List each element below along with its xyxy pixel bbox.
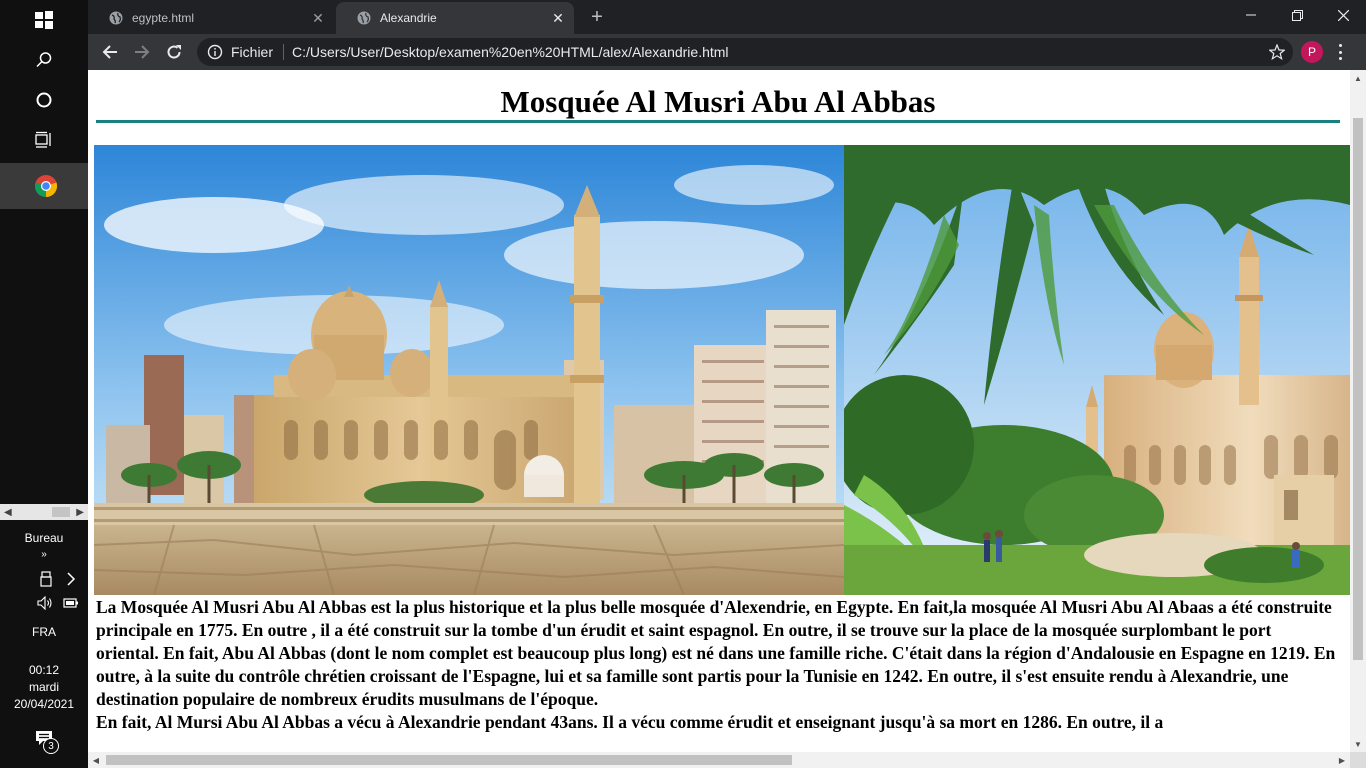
tab-alexandrie[interactable]: Alexandrie ✕ — [336, 2, 574, 34]
scroll-thumb[interactable] — [52, 507, 70, 517]
globe-icon — [109, 11, 123, 25]
back-button[interactable] — [97, 39, 123, 65]
taskbar-search-button[interactable] — [0, 40, 88, 80]
minimize-button[interactable] — [1228, 0, 1274, 30]
info-icon[interactable] — [207, 44, 223, 60]
menu-dot — [1338, 50, 1342, 54]
forward-button[interactable] — [129, 39, 155, 65]
cortana-button[interactable] — [0, 80, 88, 120]
horizontal-scroll-thumb[interactable] — [106, 755, 792, 765]
tab-title: Alexandrie — [380, 11, 437, 25]
windows-taskbar: ◀ ▶ Bureau » FRA 00:12 mardi 20/04/2021 … — [0, 0, 88, 768]
desktop-toolbar-label[interactable]: Bureau — [0, 531, 88, 545]
arrow-left-icon — [102, 45, 117, 59]
battery-icon[interactable] — [63, 598, 79, 608]
restore-button[interactable] — [1274, 0, 1320, 30]
page-title: Mosquée Al Musri Abu Al Abbas — [500, 84, 936, 119]
article-text: La Mosquée Al Musri Abu Al Abbas est la … — [96, 596, 1336, 734]
address-bar[interactable]: Fichier C:/Users/User/Desktop/examen%20e… — [197, 38, 1293, 66]
task-view-button[interactable] — [0, 120, 88, 160]
restore-icon — [1291, 9, 1303, 21]
close-icon — [1337, 9, 1349, 21]
clock-time[interactable]: 00:12 — [0, 663, 88, 677]
minimize-icon — [1246, 14, 1256, 16]
vertical-scrollbar[interactable]: ▲ ▼ — [1350, 70, 1366, 752]
vertical-scroll-thumb[interactable] — [1353, 118, 1363, 660]
system-tray — [0, 568, 88, 618]
search-icon — [36, 52, 52, 68]
close-tab-icon[interactable]: ✕ — [550, 10, 566, 26]
arrow-right-icon — [135, 45, 150, 59]
taskbar-chrome-button[interactable] — [0, 163, 88, 209]
chrome-window: egypte.html ✕ Alexandrie ✕ + Fichier C:/… — [88, 0, 1366, 768]
scheme-label: Fichier — [231, 44, 274, 60]
chrome-icon — [34, 175, 57, 198]
omnibox-separator — [283, 44, 285, 60]
windows-start-icon — [35, 11, 53, 29]
clock-date[interactable]: 20/04/2021 — [0, 697, 88, 711]
close-window-button[interactable] — [1320, 0, 1366, 30]
horizontal-scrollbar[interactable]: ◀ ▶ — [88, 752, 1350, 768]
start-button[interactable] — [0, 0, 88, 40]
new-tab-button[interactable]: + — [586, 6, 608, 28]
task-view-icon — [35, 131, 51, 148]
tab-egypte[interactable]: egypte.html ✕ — [88, 2, 334, 34]
scroll-right-icon[interactable]: ▶ — [1336, 752, 1348, 768]
profile-avatar[interactable]: P — [1301, 41, 1323, 63]
article-paragraph: En fait, Al Mursi Abu Al Abbas a vécu à … — [96, 712, 1164, 732]
cortana-icon — [36, 92, 52, 108]
mosque-front-photo — [94, 145, 844, 595]
bookmark-star-icon[interactable] — [1269, 44, 1285, 60]
notification-count-badge: 3 — [43, 738, 59, 754]
scroll-up-icon[interactable]: ▲ — [1350, 72, 1366, 84]
chrome-menu-button[interactable] — [1332, 42, 1348, 62]
tab-strip: egypte.html ✕ Alexandrie ✕ + — [88, 0, 1366, 34]
scrollbar-corner — [1350, 752, 1366, 768]
url-text[interactable]: C:/Users/User/Desktop/examen%20en%20HTML… — [292, 44, 729, 60]
page-content: Mosquée Al Musri Abu Al Abbas La Mosquée… — [88, 70, 1350, 752]
menu-dot — [1338, 57, 1342, 60]
globe-icon — [357, 11, 371, 25]
scroll-right-icon[interactable]: ▶ — [76, 507, 84, 518]
browser-toolbar: Fichier C:/Users/User/Desktop/examen%20e… — [88, 34, 1366, 70]
clock-day[interactable]: mardi — [0, 680, 88, 694]
menu-dot — [1338, 44, 1342, 47]
scroll-left-icon[interactable]: ◀ — [4, 507, 12, 518]
action-center-button[interactable]: 3 — [30, 728, 60, 756]
chevron-down-icon[interactable]: » — [0, 549, 88, 560]
article-paragraph: La Mosquée Al Musri Abu Al Abbas est la … — [96, 597, 1336, 709]
title-underline — [96, 120, 1340, 123]
taskbar-scrollbar[interactable]: ◀ ▶ — [0, 504, 88, 520]
reload-button[interactable] — [161, 39, 187, 65]
speaker-icon[interactable] — [37, 596, 53, 610]
chevron-right-icon[interactable] — [66, 572, 76, 586]
tab-title: egypte.html — [132, 11, 195, 25]
close-tab-icon[interactable]: ✕ — [310, 10, 326, 26]
input-language-indicator[interactable]: FRA — [0, 625, 88, 639]
scroll-down-icon[interactable]: ▼ — [1350, 738, 1366, 750]
mosque-trees-photo — [844, 145, 1350, 595]
usb-icon[interactable] — [40, 571, 52, 587]
scroll-left-icon[interactable]: ◀ — [90, 752, 102, 768]
page-viewport[interactable]: Mosquée Al Musri Abu Al Abbas La Mosquée… — [88, 70, 1366, 768]
reload-icon — [167, 45, 181, 59]
